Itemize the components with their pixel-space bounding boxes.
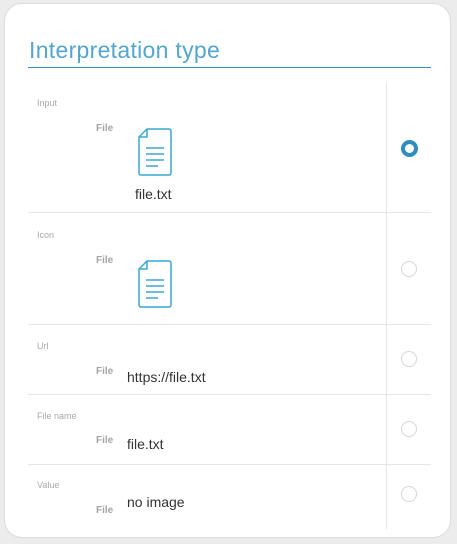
option-type-label: Value	[37, 480, 60, 490]
title-underline	[28, 67, 431, 68]
file-caption: file.txt	[135, 186, 172, 202]
file-label: File	[96, 123, 114, 134]
document-icon	[138, 128, 172, 181]
value-text: no image	[127, 494, 185, 510]
file-label: File	[96, 505, 114, 516]
url-value: https://file.txt	[127, 369, 206, 385]
row-divider	[28, 212, 431, 213]
column-divider	[386, 83, 387, 529]
document-icon	[138, 260, 172, 313]
option-type-label: Icon	[37, 230, 55, 240]
file-label: File	[96, 366, 114, 377]
option-radio-selected[interactable]	[401, 140, 418, 157]
row-divider	[28, 464, 431, 465]
panel-title: Interpretation type	[29, 37, 221, 63]
row-divider	[28, 324, 431, 325]
option-radio[interactable]	[401, 486, 417, 502]
option-radio[interactable]	[401, 261, 417, 277]
option-radio[interactable]	[401, 421, 417, 437]
option-radio[interactable]	[401, 351, 417, 367]
option-type-label: File name	[37, 411, 77, 421]
option-type-label: Url	[37, 341, 49, 351]
option-type-label: Input	[37, 98, 58, 108]
interpretation-type-panel: Interpretation type Input File file.txt …	[4, 3, 451, 538]
file-label: File	[96, 255, 114, 266]
file-name-value: file.txt	[127, 436, 164, 452]
row-divider	[28, 394, 431, 395]
file-label: File	[96, 435, 114, 446]
